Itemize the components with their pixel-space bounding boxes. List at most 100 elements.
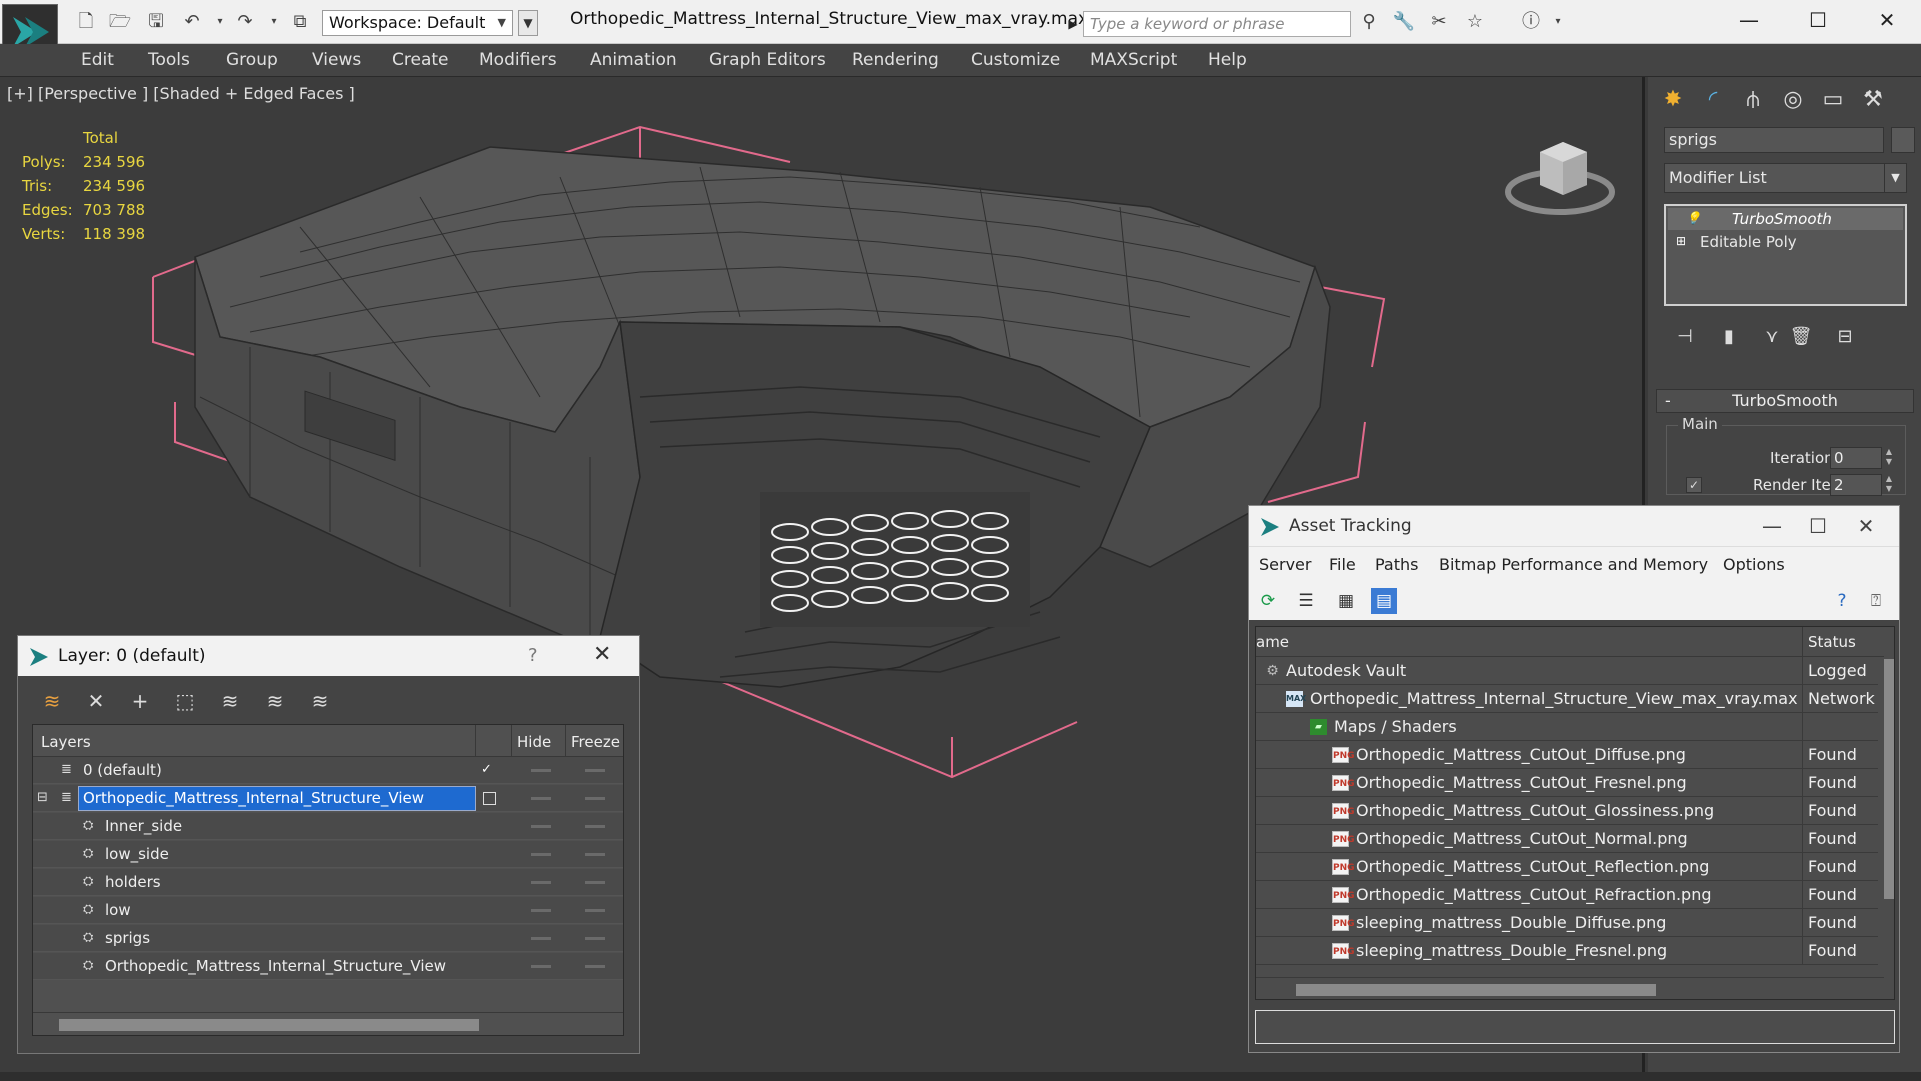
stack-item-editable-poly[interactable]: ⊞ Editable Poly [1668,231,1903,253]
layer-dialog-titlebar[interactable]: Layer: 0 (default) ? ✕ [18,636,639,676]
save-icon[interactable]: 🖫 [144,11,168,33]
minimize-button[interactable]: — [1749,510,1795,542]
asset-dialog-titlebar[interactable]: Asset Tracking — ☐ ✕ [1249,506,1899,546]
menu-modifiers[interactable]: Modifiers [479,50,557,70]
collapse-icon[interactable]: ⊟ [37,790,53,806]
select-objects-icon[interactable]: ≋ [216,687,244,715]
turbosmooth-rollout-header[interactable]: - TurboSmooth [1656,389,1914,413]
col-freeze[interactable]: Freeze [571,733,620,751]
new-file-icon[interactable]: 🗋 [74,11,98,33]
asset-row[interactable]: ⚙ Autodesk Vault Logged [1256,657,1878,685]
freeze-toggle[interactable] [585,797,605,800]
menu-customize[interactable]: Customize [971,50,1060,70]
workspace-menu-button[interactable]: ▼ [518,10,538,36]
help-icon[interactable]: ? [1829,588,1855,614]
render-iters-spinner-icon[interactable]: ▲ ▼ [1883,474,1895,496]
active-layer-check-icon[interactable]: ✓ [481,762,497,778]
viewcube-icon[interactable] [1505,127,1615,217]
search-input[interactable]: Type a keyword or phrase [1083,11,1351,37]
close-button[interactable]: ✕ [593,642,611,667]
menu-file[interactable]: File [1329,555,1356,574]
utilities-tab-icon[interactable]: ⚒ [1856,83,1890,117]
menu-server[interactable]: Server [1259,555,1311,574]
hide-toggle[interactable] [531,853,551,856]
help-button[interactable]: ? [528,645,538,666]
freeze-toggle[interactable] [585,825,605,828]
asset-row[interactable]: PNG Orthopedic_Mattress_CutOut_Glossines… [1256,797,1878,825]
make-unique-icon[interactable]: ⋎ [1759,324,1785,350]
col-name[interactable]: ame [1256,633,1289,651]
menu-animation[interactable]: Animation [590,50,677,70]
list-view-icon[interactable]: ☰ [1293,588,1319,614]
layer-row[interactable]: ⊟ ≣ Orthopedic_Mattress_Internal_Structu… [33,785,623,812]
object-color-swatch[interactable] [1891,127,1915,153]
redo-icon[interactable]: ↷ [233,11,257,33]
layer-name[interactable]: Inner_side [101,815,182,838]
iterations-spinner-icon[interactable]: ▲ ▼ [1883,447,1895,469]
render-iters-input[interactable]: 2 [1830,474,1882,496]
scrollbar-thumb[interactable] [1296,984,1656,996]
menu-tools[interactable]: Tools [148,50,190,70]
motion-tab-icon[interactable]: ◎ [1776,83,1810,117]
menu-maxscript[interactable]: MAXScript [1090,50,1177,70]
asset-vertical-scrollbar[interactable] [1884,627,1894,999]
create-layer-icon[interactable]: + [126,687,154,715]
close-button[interactable]: ✕ [1843,510,1889,542]
layer-name[interactable]: 0 (default) [79,759,162,782]
menu-rendering[interactable]: Rendering [852,50,939,70]
layer-name[interactable]: Orthopedic_Mattress_Internal_Structure_V… [101,955,446,978]
viewport-label[interactable]: [+] [Perspective ] [Shaded + Edged Faces… [7,84,355,103]
asset-row[interactable]: PNG sleeping_mattress_Double_Fresnel.png… [1256,937,1878,965]
hide-toggle[interactable] [531,965,551,968]
highlight-layer-icon[interactable]: ≋ [261,687,289,715]
scrollbar-thumb[interactable] [1884,659,1894,899]
col-layers[interactable]: Layers [41,733,91,751]
render-iters-checkbox[interactable]: ✓ [1686,477,1702,493]
modify-tab-icon[interactable]: ◜ [1696,83,1730,117]
layer-row[interactable]: ⛭ Orthopedic_Mattress_Internal_Structure… [33,953,623,980]
freeze-toggle[interactable] [585,909,605,912]
hide-toggle[interactable] [531,797,551,800]
maximize-button[interactable]: ☐ [1795,5,1841,35]
menu-graph-editors[interactable]: Graph Editors [709,50,826,70]
hide-toggle[interactable] [531,769,551,772]
undo-dropdown-icon[interactable]: ▾ [208,11,232,33]
expand-plus-icon[interactable]: ⊞ [1676,234,1690,248]
close-button[interactable]: ✕ [1864,5,1910,35]
undo-icon[interactable]: ↶ [180,11,204,33]
menu-options[interactable]: Options [1723,555,1785,574]
layer-name[interactable]: low_side [101,843,169,866]
tools-icon[interactable]: ✂ [1427,11,1451,33]
stack-item-turbosmooth[interactable]: 💡 TurboSmooth [1668,208,1903,230]
freeze-toggle[interactable] [585,769,605,772]
project-folder-icon[interactable]: ⧉ [288,11,312,33]
freeze-toggle[interactable] [585,965,605,968]
configure-sets-icon[interactable]: ⊟ [1832,324,1858,350]
hide-toggle[interactable] [531,909,551,912]
refresh-icon[interactable]: ⟳ [1255,588,1281,614]
pin-stack-icon[interactable]: ⊣ [1672,324,1698,350]
menu-group[interactable]: Group [226,50,278,70]
favorites-star-icon[interactable]: ☆ [1463,11,1487,33]
asset-row[interactable]: PNG sleeping_mattress_Double_Diffuse.png… [1256,909,1878,937]
layer-row[interactable]: ⛭ low [33,897,623,924]
col-hide[interactable]: Hide [517,733,551,751]
workspace-dropdown[interactable]: Workspace: Default ▼ [322,10,513,36]
object-name-field[interactable]: sprigs [1664,127,1884,153]
hide-all-icon[interactable]: ≋ [306,687,334,715]
binoculars-icon[interactable]: ⚲ [1357,11,1381,33]
help-icon[interactable]: ⓘ [1516,11,1546,33]
asset-row[interactable]: PNG Orthopedic_Mattress_CutOut_Fresnel.p… [1256,769,1878,797]
asset-row[interactable]: PNG Orthopedic_Mattress_CutOut_Diffuse.p… [1256,741,1878,769]
thumbnail-view-icon[interactable]: ▦ [1333,588,1359,614]
asset-row[interactable]: MAX Orthopedic_Mattress_Internal_Structu… [1256,685,1878,713]
asset-row[interactable]: ▰ Maps / Shaders [1256,713,1878,741]
display-tab-icon[interactable]: ▭ [1816,83,1850,117]
layer-row[interactable]: ⛭ sprigs [33,925,623,952]
wrench-icon[interactable]: 🔧 [1392,11,1416,33]
modifier-list-dropdown[interactable]: Modifier List ▼ [1664,163,1907,193]
freeze-toggle[interactable] [585,937,605,940]
hide-toggle[interactable] [531,881,551,884]
asset-row[interactable]: PNG Orthopedic_Mattress_CutOut_Normal.pn… [1256,825,1878,853]
menu-paths[interactable]: Paths [1375,555,1418,574]
